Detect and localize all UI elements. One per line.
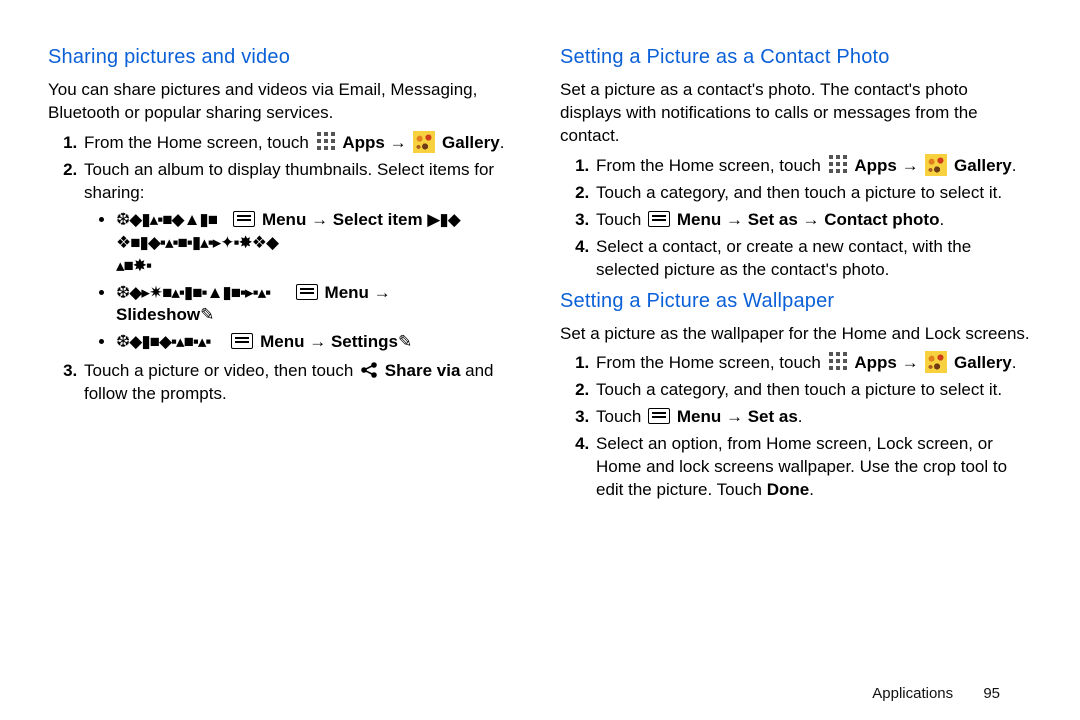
menu-icon xyxy=(231,333,253,349)
menu-icon xyxy=(648,408,670,424)
wp-step-2: Touch a category, and then touch a pictu… xyxy=(594,379,1032,402)
steps-sharing: From the Home screen, touch Apps → Galle… xyxy=(48,131,520,406)
wp-step-1: From the Home screen, touch Apps → Galle… xyxy=(594,351,1032,375)
intro-wallpaper: Set a picture as the wallpaper for the H… xyxy=(560,323,1032,346)
heading-wallpaper: Setting a Picture as Wallpaper xyxy=(560,288,1032,315)
step-1: From the Home screen, touch Apps → Galle… xyxy=(82,131,520,155)
wp-step-3: Touch Menu → Set as. xyxy=(594,406,1032,429)
sub-bullets: ❆◆▮▴▪■◆▲▮■ Menu → Select item ▶▮◆ ❖■▮◆▪▴… xyxy=(84,209,520,355)
apps-grid-icon xyxy=(316,131,336,151)
page-number: 95 xyxy=(983,685,1000,702)
gallery-icon xyxy=(925,351,947,373)
menu-icon xyxy=(648,211,670,227)
apps-grid-icon xyxy=(828,351,848,371)
gallery-icon xyxy=(925,154,947,176)
bullet-slideshow: ❆◆▸✷■▴▪▮■▪▲▮■▪▸▪▴▪ Menu → Slideshow✎ xyxy=(116,282,520,328)
intro-contact-photo: Set a picture as a contact's photo. The … xyxy=(560,79,1032,148)
gallery-icon xyxy=(413,131,435,153)
wp-step-4: Select an option, from Home screen, Lock… xyxy=(594,433,1032,502)
cp-step-2: Touch a category, and then touch a pictu… xyxy=(594,182,1032,205)
cp-step-3: Touch Menu → Set as → Contact photo. xyxy=(594,209,1032,232)
cp-step-4: Select a contact, or create a new contac… xyxy=(594,236,1032,282)
intro-sharing: You can share pictures and videos via Em… xyxy=(48,79,520,125)
share-icon xyxy=(360,361,378,379)
right-column: Setting a Picture as a Contact Photo Set… xyxy=(560,40,1032,508)
steps-contact-photo: From the Home screen, touch Apps → Galle… xyxy=(560,154,1032,282)
step-2: Touch an album to display thumbnails. Se… xyxy=(82,159,520,355)
steps-wallpaper: From the Home screen, touch Apps → Galle… xyxy=(560,351,1032,502)
chapter-label: Applications xyxy=(872,685,953,702)
heading-contact-photo: Setting a Picture as a Contact Photo xyxy=(560,44,1032,71)
bullet-settings: ❆◆▮■◆▪▴■▪▴▪ Menu → Settings✎ xyxy=(116,331,520,354)
page-footer: Applications 95 xyxy=(872,685,1000,702)
step-3: Touch a picture or video, then touch Sha… xyxy=(82,360,520,406)
heading-sharing: Sharing pictures and video xyxy=(48,44,520,71)
left-column: Sharing pictures and video You can share… xyxy=(48,40,520,508)
apps-grid-icon xyxy=(828,154,848,174)
page-content: Sharing pictures and video You can share… xyxy=(0,0,1080,538)
menu-icon xyxy=(296,284,318,300)
bullet-select-item: ❆◆▮▴▪■◆▲▮■ Menu → Select item ▶▮◆ ❖■▮◆▪▴… xyxy=(116,209,520,278)
menu-icon xyxy=(233,211,255,227)
cp-step-1: From the Home screen, touch Apps → Galle… xyxy=(594,154,1032,178)
